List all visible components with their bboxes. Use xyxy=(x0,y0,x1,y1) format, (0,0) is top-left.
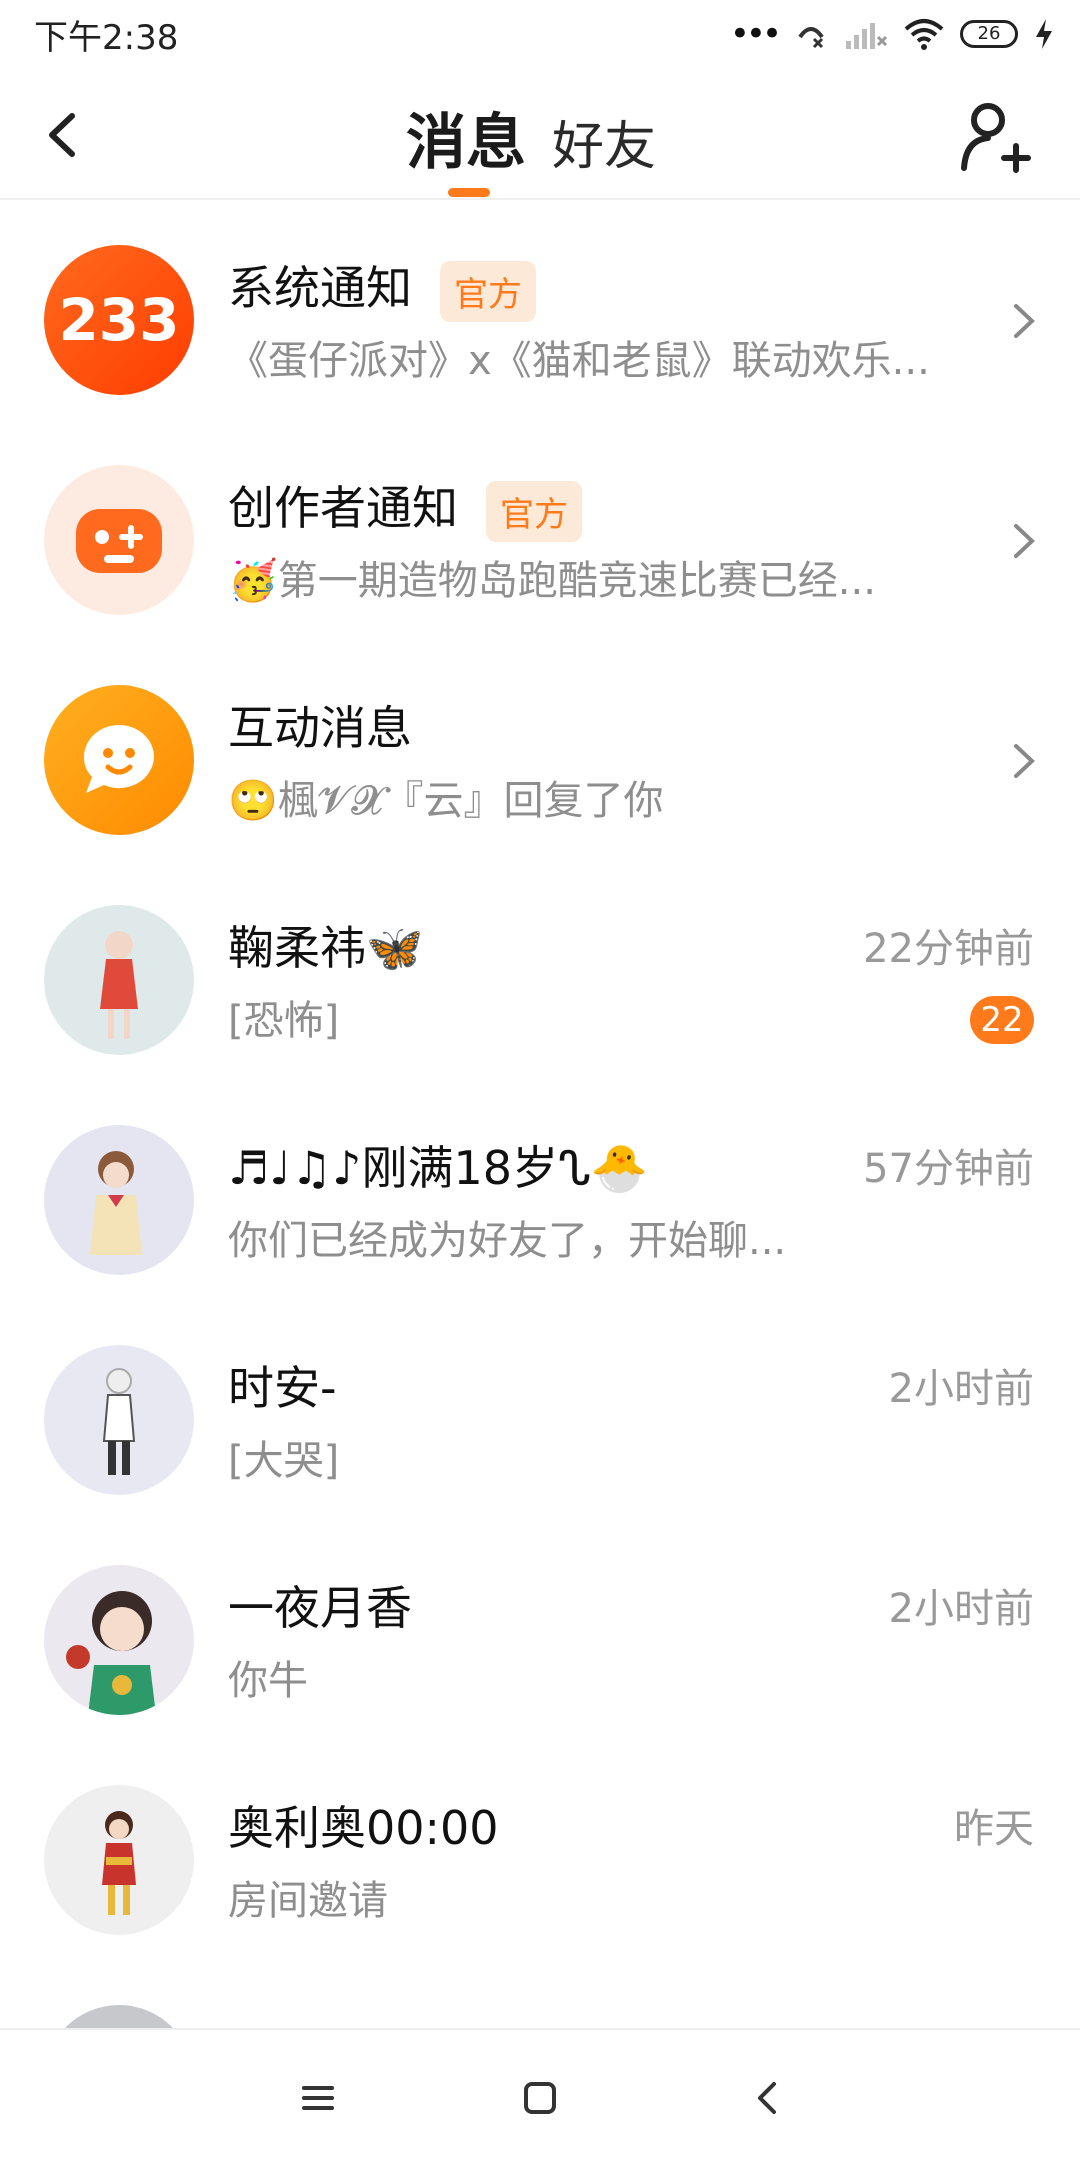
row-preview: 《蛋仔派对》x《猫和老鼠》联动欢乐... xyxy=(228,338,930,384)
interaction-avatar xyxy=(44,685,194,835)
chevron-right-icon xyxy=(1014,744,1035,778)
tab-friends[interactable]: 好友 xyxy=(552,104,656,179)
battery-icon: 26 xyxy=(960,20,1018,48)
tab-messages[interactable]: 消息 xyxy=(406,94,526,181)
official-badge: 官方 xyxy=(440,261,536,322)
row-name: 互动消息 xyxy=(228,701,412,755)
list-item-interaction-messages[interactable]: 互动消息 🙄楓𝓥𝓧『云』回复了你 xyxy=(0,640,1080,858)
row-time: 昨天 xyxy=(954,1806,1034,1852)
creator-notice-avatar xyxy=(44,465,194,615)
list-item-creator-notice[interactable]: 创作者通知 官方 🥳第一期造物岛跑酷竞速比赛已经... xyxy=(0,420,1080,638)
status-icons: ••• 26 xyxy=(730,12,1054,56)
avatar-233-text: 233 xyxy=(58,286,180,354)
battery-level: 26 xyxy=(977,23,1001,44)
no-call-icon xyxy=(798,27,824,49)
character-avatar-image xyxy=(102,1811,136,1915)
status-time: 下午2:38 xyxy=(34,18,179,58)
wifi-icon xyxy=(904,19,944,50)
back-arrow-icon xyxy=(49,113,75,157)
row-preview: [大哭] xyxy=(228,1438,340,1484)
row-time: 22分钟前 xyxy=(863,926,1034,972)
official-badge: 官方 xyxy=(486,481,582,542)
row-preview: 你牛 xyxy=(228,1658,308,1704)
avatar xyxy=(44,1785,194,1935)
row-name: 系统通知 官方 xyxy=(228,252,536,322)
add-user-icon xyxy=(961,103,1031,173)
row-time: 2小时前 xyxy=(888,1366,1034,1412)
charging-icon xyxy=(1036,19,1052,49)
row-preview: 你们已经成为好友了，开始聊... xyxy=(228,1218,787,1264)
row-name: 一夜月香 xyxy=(228,1581,412,1635)
system-notice-avatar: 233 xyxy=(44,245,194,395)
back-icon[interactable] xyxy=(740,2070,796,2126)
no-signal-icon xyxy=(846,23,888,49)
avatar xyxy=(44,1345,194,1495)
row-name-text: 系统通知 xyxy=(228,261,412,315)
list-item-chat[interactable]: 一夜月香 2小时前 你牛 xyxy=(0,1520,1080,1738)
row-preview: [恐怖] xyxy=(228,998,340,1044)
row-name: ♬♩♫♪刚满18岁ᔐ🐣 xyxy=(228,1141,649,1195)
menu-icon[interactable] xyxy=(290,2070,346,2126)
list-item-system-notice[interactable]: 233 系统通知 官方 《蛋仔派对》x《猫和老鼠》联动欢乐... xyxy=(0,200,1080,418)
list-item-chat[interactable]: 鞠柔祎🦋 22分钟前 [恐怖] 22 xyxy=(0,860,1080,1078)
list-item-chat[interactable]: 奥利奥00:00 昨天 房间邀请 xyxy=(0,1740,1080,1958)
row-preview: 🥳第一期造物岛跑酷竞速比赛已经... xyxy=(228,558,876,604)
header: 消息 好友 xyxy=(0,70,1080,200)
row-time: 57分钟前 xyxy=(863,1146,1034,1192)
row-name-text: 创作者通知 xyxy=(228,481,458,535)
avatar xyxy=(44,1565,194,1715)
unread-badge: 22 xyxy=(970,996,1034,1044)
avatar xyxy=(44,1125,194,1275)
chevron-right-icon xyxy=(1014,304,1035,338)
home-icon[interactable] xyxy=(512,2070,568,2126)
avatar xyxy=(44,905,194,1055)
row-name: 鞠柔祎🦋 xyxy=(228,921,424,975)
row-name: 创作者通知 官方 xyxy=(228,472,582,542)
add-friend-button[interactable] xyxy=(958,96,1032,176)
gamepad-icon xyxy=(76,509,162,573)
row-time: 2小时前 xyxy=(888,1586,1034,1632)
status-bar: 下午2:38 ••• 26 xyxy=(0,0,1080,70)
system-nav-bar xyxy=(0,2028,1080,2162)
chevron-right-icon xyxy=(1014,524,1035,558)
character-avatar-image xyxy=(66,1591,156,1715)
back-button[interactable] xyxy=(34,100,104,170)
character-avatar-image xyxy=(100,931,138,1039)
character-avatar-image xyxy=(102,1368,136,1475)
list-item-chat[interactable]: ♬♩♫♪刚满18岁ᔐ🐣 57分钟前 你们已经成为好友了，开始聊... xyxy=(0,1080,1080,1298)
character-avatar-image xyxy=(90,1151,142,1255)
more-dots-icon: ••• xyxy=(729,14,782,54)
row-preview: 房间邀请 xyxy=(228,1878,388,1924)
chat-bubble-icon xyxy=(83,724,154,793)
row-name: 奥利奥00:00 xyxy=(228,1801,499,1855)
tab-indicator xyxy=(448,188,490,197)
row-preview: 🙄楓𝓥𝓧『云』回复了你 xyxy=(228,778,664,824)
row-name: 时安- xyxy=(228,1361,337,1415)
list-item-chat[interactable]: 时安- 2小时前 [大哭] xyxy=(0,1300,1080,1518)
